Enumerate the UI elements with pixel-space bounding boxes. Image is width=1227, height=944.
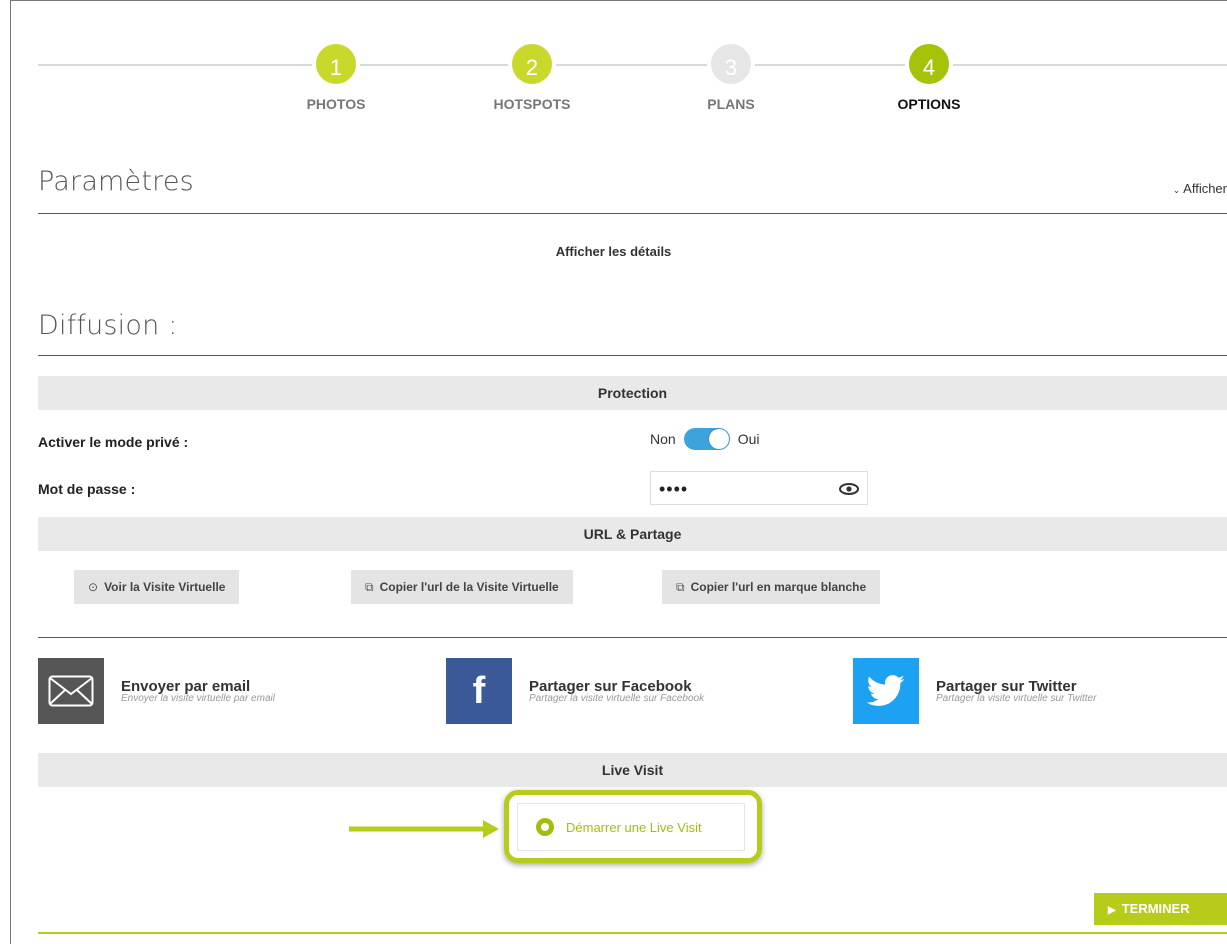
parametres-title: Paramètres	[38, 166, 194, 197]
facebook-icon: f	[446, 658, 512, 724]
share-email[interactable]: Envoyer par email Envoyer la visite virt…	[38, 658, 275, 724]
play-circle-icon: ⊙	[88, 580, 99, 594]
details-link[interactable]: Afficher les détails	[0, 244, 1227, 259]
switch-knob	[708, 429, 729, 449]
step-photos[interactable]: 1 PHOTOS	[276, 40, 396, 112]
start-live-visit-button[interactable]: Démarrer une Live Visit	[517, 803, 745, 851]
share-subtitle: Partager la visite virtuelle sur Faceboo…	[529, 693, 705, 704]
divider	[38, 637, 1227, 638]
button-label: Copier l'url en marque blanche	[690, 580, 867, 594]
password-label: Mot de passe :	[38, 481, 136, 497]
arrow-right-icon	[349, 820, 499, 838]
twitter-icon	[853, 658, 919, 724]
step-number: 4	[905, 40, 953, 88]
private-mode-label: Activer le mode privé :	[38, 434, 189, 450]
share-facebook[interactable]: f Partager sur Facebook Partager la visi…	[446, 658, 704, 724]
divider	[38, 213, 1227, 214]
step-options[interactable]: 4 OPTIONS	[869, 40, 989, 112]
copy-icon: ⧉	[676, 580, 685, 594]
afficher-label: Afficher	[1183, 181, 1227, 196]
password-field[interactable]: ••••	[650, 471, 868, 505]
view-tour-button[interactable]: ⊙ Voir la Visite Virtuelle	[74, 570, 240, 604]
share-subtitle: Partager la visite virtuelle sur Twitter	[936, 693, 1097, 704]
share-twitter[interactable]: Partager sur Twitter Partager la visite …	[853, 658, 1096, 724]
password-value: ••••	[659, 479, 689, 499]
step-hotspots[interactable]: 2 HOTSPOTS	[472, 40, 592, 112]
step-label: PLANS	[707, 96, 755, 112]
step-plans[interactable]: 3 PLANS	[671, 40, 791, 112]
email-icon	[38, 658, 104, 724]
button-label: Voir la Visite Virtuelle	[104, 580, 226, 594]
step-number: 3	[707, 40, 755, 88]
private-mode-switch[interactable]: Non Oui	[650, 428, 759, 450]
button-label: Copier l'url de la Visite Virtuelle	[379, 580, 559, 594]
step-label: HOTSPOTS	[493, 96, 571, 112]
play-icon: ▶	[1108, 905, 1116, 916]
live-visit-header: Live Visit	[38, 753, 1227, 787]
copy-whitelabel-url-button[interactable]: ⧉ Copier l'url en marque blanche	[662, 570, 881, 604]
switch-on-label: Oui	[737, 431, 760, 447]
protection-header: Protection	[38, 376, 1227, 410]
afficher-toggle[interactable]: ⌄ Afficher	[1173, 181, 1227, 196]
eye-icon[interactable]	[839, 472, 859, 519]
diffusion-title: Diffusion :	[38, 310, 178, 341]
button-label: TERMINER	[1121, 901, 1190, 916]
step-number: 2	[508, 40, 556, 88]
share-subtitle: Envoyer la visite virtuelle par email	[121, 693, 275, 704]
finish-button[interactable]: ▶ TERMINER	[1094, 893, 1227, 925]
switch-off-label: Non	[650, 431, 676, 447]
copy-url-button[interactable]: ⧉ Copier l'url de la Visite Virtuelle	[351, 570, 573, 604]
footer-line	[38, 932, 1227, 934]
step-label: PHOTOS	[306, 96, 366, 112]
stepper-line	[38, 64, 1227, 66]
step-number: 1	[312, 40, 360, 88]
toggle-switch[interactable]	[683, 428, 730, 450]
url-header: URL & Partage	[38, 517, 1227, 551]
copy-icon: ⧉	[365, 580, 374, 594]
webcam-icon	[536, 818, 554, 836]
step-label: OPTIONS	[897, 96, 961, 112]
chevron-down-icon: ⌄	[1172, 185, 1181, 195]
divider	[38, 355, 1227, 356]
button-label: Démarrer une Live Visit	[566, 819, 702, 835]
